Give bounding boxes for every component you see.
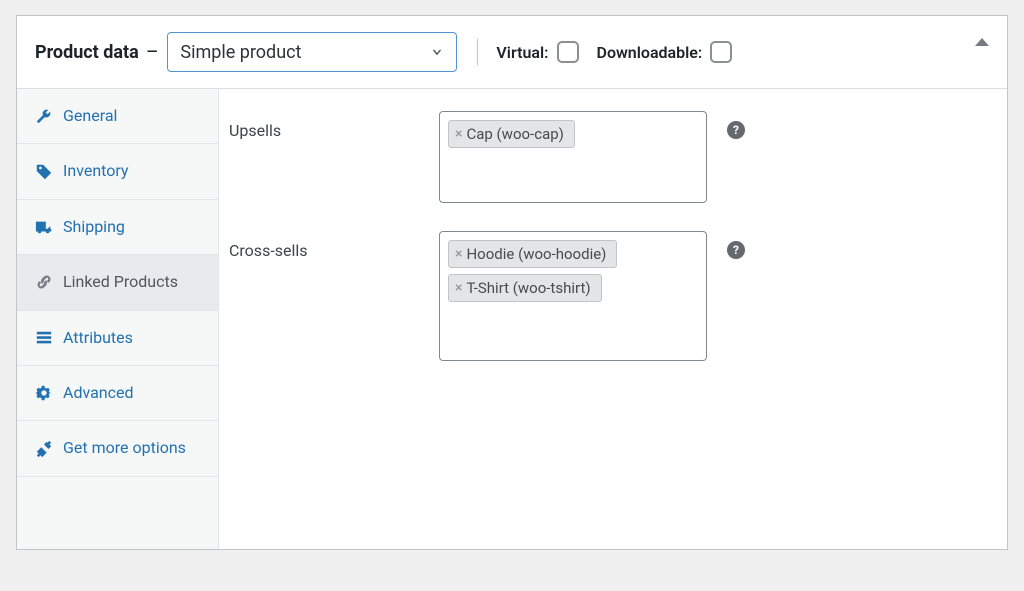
tag-label: Cap (woo-cap) [466, 125, 563, 143]
dash: — [147, 44, 158, 60]
downloadable-checkbox[interactable] [710, 41, 732, 63]
tag-item: × Hoodie (woo-hoodie) [448, 240, 617, 268]
tag-label: T-Shirt (woo-tshirt) [466, 279, 590, 297]
close-icon[interactable]: × [455, 126, 464, 142]
list-icon [35, 329, 53, 347]
tab-label: Inventory [63, 160, 129, 182]
upsells-label: Upsells [229, 111, 439, 140]
cross-sells-row: Cross-sells × Hoodie (woo-hoodie) × T-Sh… [229, 231, 1007, 361]
tag-label: Hoodie (woo-hoodie) [466, 245, 606, 263]
tag-icon [35, 163, 53, 181]
close-icon[interactable]: × [455, 280, 464, 296]
header-options: Virtual: Downloadable: [477, 39, 732, 65]
tab-label: Get more options [63, 437, 186, 459]
tab-label: Linked Products [63, 271, 178, 293]
tab-label: General [63, 105, 117, 127]
cross-sells-label: Cross-sells [229, 231, 439, 260]
virtual-checkbox[interactable] [557, 41, 579, 63]
tab-attributes[interactable]: Attributes [17, 311, 218, 366]
separator [477, 39, 478, 65]
tab-get-more[interactable]: Get more options [17, 421, 218, 476]
panel-title: Product data [35, 42, 139, 63]
virtual-label: Virtual: [496, 43, 548, 62]
product-data-tabs: General Inventory Shipping Linked Produc… [17, 89, 219, 549]
product-type-select[interactable]: Simple product [167, 32, 457, 72]
tag-item: × T-Shirt (woo-tshirt) [448, 274, 602, 302]
product-type-value: Simple product [180, 42, 301, 63]
tab-general[interactable]: General [17, 89, 218, 144]
tab-label: Attributes [63, 327, 133, 349]
help-icon[interactable]: ? [727, 121, 745, 139]
tab-label: Advanced [63, 382, 134, 404]
upsells-input[interactable]: × Cap (woo-cap) [439, 111, 707, 203]
downloadable-label: Downloadable: [597, 43, 703, 62]
collapse-icon[interactable] [975, 38, 989, 46]
gear-icon [35, 384, 53, 402]
truck-icon [35, 218, 53, 236]
link-icon [35, 273, 53, 291]
tab-label: Shipping [63, 216, 125, 238]
plug-icon [35, 440, 53, 458]
downloadable-option: Downloadable: [597, 41, 733, 63]
tab-linked-products[interactable]: Linked Products [17, 255, 218, 310]
tab-advanced[interactable]: Advanced [17, 366, 218, 421]
virtual-option: Virtual: [496, 41, 578, 63]
upsells-row: Upsells × Cap (woo-cap) ? [229, 111, 1007, 203]
product-data-panel: Product data — Simple product Virtual: D… [16, 15, 1008, 550]
panel-header: Product data — Simple product Virtual: D… [17, 16, 1007, 89]
wrench-icon [35, 107, 53, 125]
tag-item: × Cap (woo-cap) [448, 120, 575, 148]
chevron-down-icon [430, 45, 444, 59]
close-icon[interactable]: × [455, 246, 464, 262]
tab-shipping[interactable]: Shipping [17, 200, 218, 255]
cross-sells-input[interactable]: × Hoodie (woo-hoodie) × T-Shirt (woo-tsh… [439, 231, 707, 361]
linked-products-content: Upsells × Cap (woo-cap) ? Cross-sells × … [219, 89, 1007, 549]
help-icon[interactable]: ? [727, 241, 745, 259]
tab-inventory[interactable]: Inventory [17, 144, 218, 199]
